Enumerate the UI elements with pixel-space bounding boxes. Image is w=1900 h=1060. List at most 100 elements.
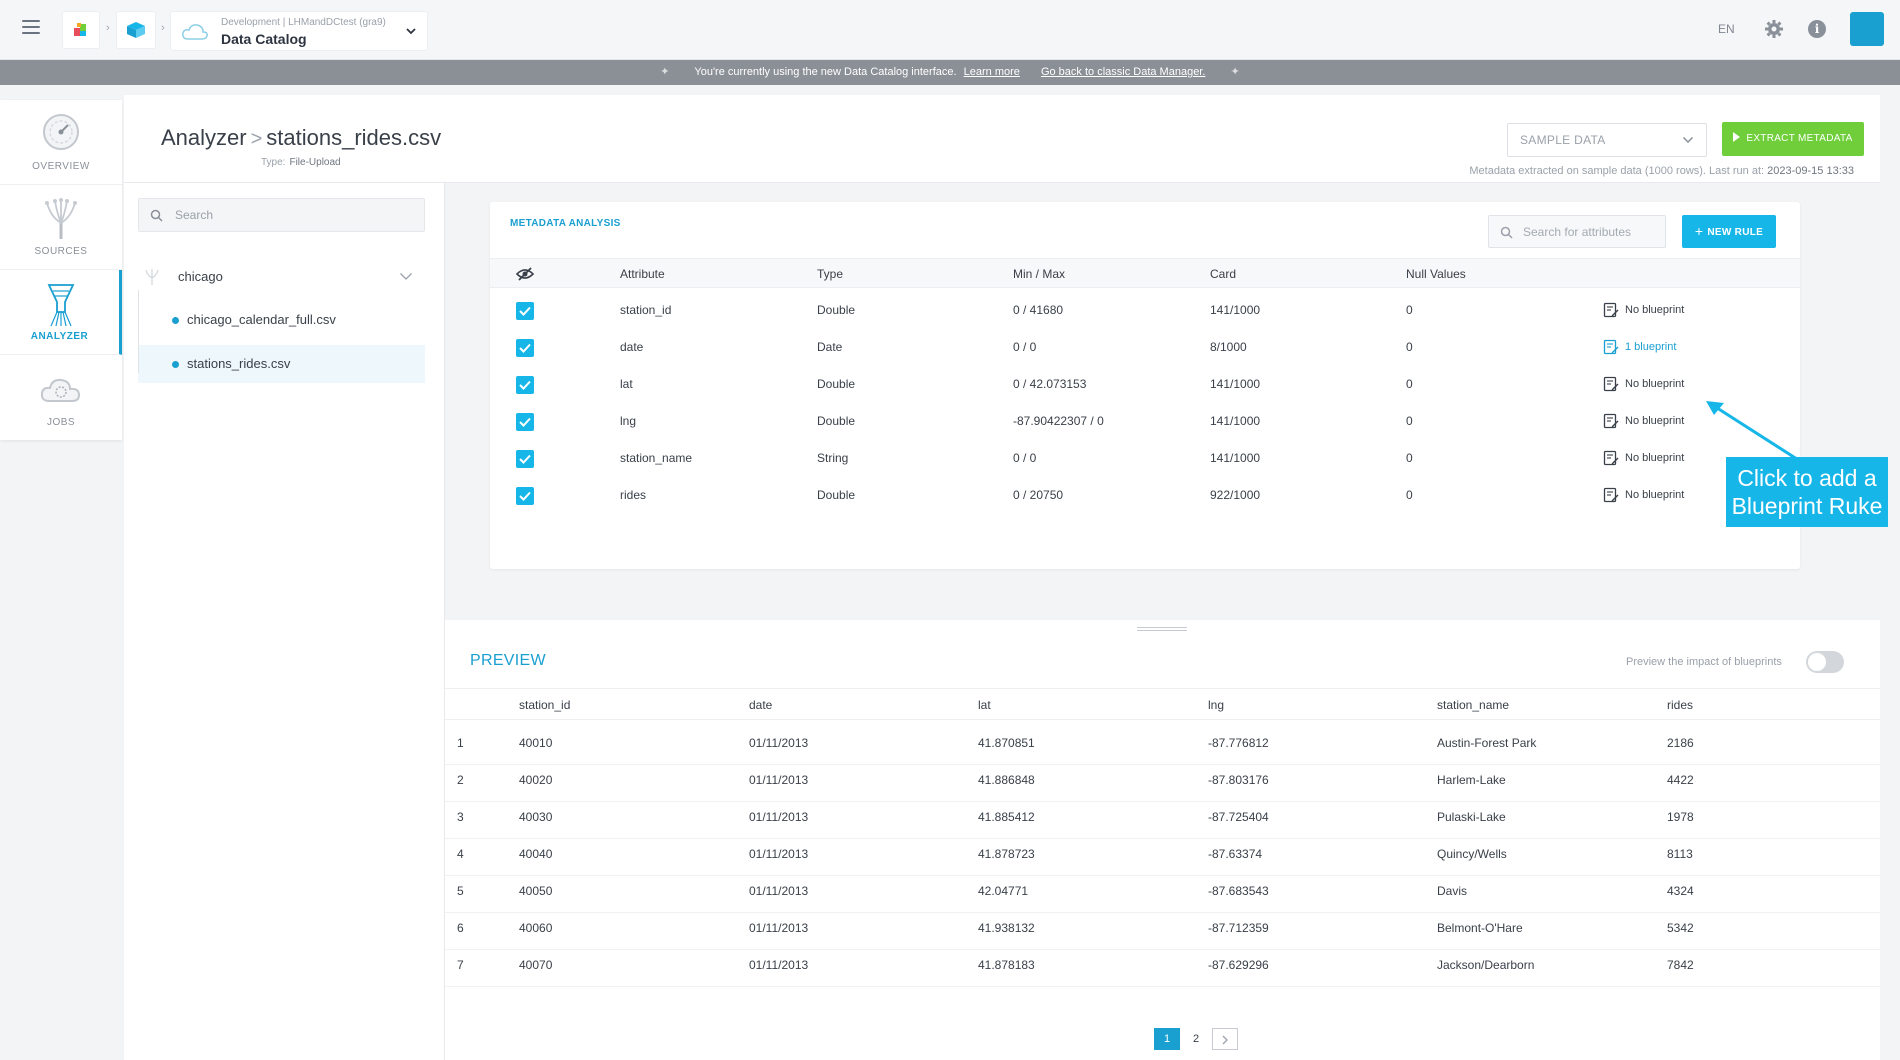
row-number: 3 — [457, 810, 464, 824]
cell-null-values: 0 — [1406, 451, 1413, 465]
project-title: Data Catalog — [221, 31, 307, 47]
chevron-down-icon[interactable] — [399, 272, 413, 281]
cell-attribute: station_name — [620, 451, 693, 465]
cell-lng: -87.63374 — [1208, 847, 1263, 861]
nav-sources[interactable]: SOURCES — [0, 185, 122, 270]
cell-date: 01/11/2013 — [749, 921, 809, 935]
page-title: Analyzer > stations_rides.csv — [161, 125, 441, 151]
preview-table-body[interactable]: 1 40010 01/11/2013 41.870851 -87.776812 Austi… — [445, 720, 1880, 1014]
cell-station-id: 40030 — [519, 810, 553, 824]
blueprint-label: No blueprint — [1625, 489, 1685, 501]
cell-rides: 5342 — [1667, 921, 1694, 935]
metadata-analysis-card: METADATA ANALYSIS +NEW RULE Attribute Ty… — [490, 202, 1800, 569]
page-2-button[interactable]: 2 — [1184, 1028, 1208, 1050]
cell-card: 141/1000 — [1210, 414, 1261, 428]
cell-lng: -87.629296 — [1208, 958, 1269, 972]
column-header-card: Card — [1210, 267, 1237, 281]
gear-icon[interactable] — [1764, 19, 1784, 39]
nav-overview-label: OVERVIEW — [32, 161, 90, 172]
tree-file-item[interactable]: chicago_calendar_full.csv — [138, 301, 425, 339]
cell-attribute: lat — [620, 377, 633, 391]
user-avatar[interactable] — [1850, 12, 1884, 46]
resize-handle[interactable] — [1137, 627, 1187, 631]
language-switch[interactable]: EN — [1718, 22, 1735, 36]
check-icon — [519, 454, 531, 464]
file-type: Type: File-Upload — [261, 157, 341, 168]
annotation-line-1: Click to add a — [1737, 465, 1877, 491]
cell-attribute: lng — [620, 414, 637, 428]
file-dot-icon — [172, 361, 179, 368]
nav-overview[interactable]: OVERVIEW — [0, 100, 122, 185]
extract-metadata-button[interactable]: EXTRACT METADATA — [1722, 122, 1864, 156]
workspace-button[interactable] — [116, 11, 156, 49]
cell-date: 01/11/2013 — [749, 773, 809, 787]
page-1-button[interactable]: 1 — [1154, 1028, 1180, 1050]
last-run-time: 2023-09-15 13:33 — [1767, 165, 1854, 177]
new-rule-button[interactable]: + NEW RULE — [1682, 215, 1776, 248]
attribute-visible-checkbox[interactable] — [516, 339, 534, 357]
preview-column-header: station_id — [519, 698, 571, 712]
hamburger-menu-icon[interactable] — [22, 20, 40, 34]
row-number: 6 — [457, 921, 464, 935]
cell-minmax: 0 / 20750 — [1013, 488, 1064, 502]
tree-folder-chicago[interactable]: chicago — [138, 259, 425, 295]
tree-folder-label: chicago — [178, 269, 223, 284]
eye-slash-icon[interactable] — [516, 266, 534, 282]
attribute-visible-checkbox[interactable] — [516, 376, 534, 394]
extract-metadata-label: EXTRACT METADATA — [1746, 133, 1853, 144]
cell-date: 01/11/2013 — [749, 958, 809, 972]
cell-rides: 7842 — [1667, 958, 1694, 972]
blueprint-label: 1 blueprint — [1625, 341, 1677, 353]
blueprint-edit-icon — [1603, 487, 1619, 503]
attribute-search-box[interactable] — [1488, 215, 1666, 248]
attribute-search-input[interactable] — [1523, 216, 1661, 247]
check-icon — [519, 491, 531, 501]
folder-tree-icon — [145, 269, 159, 285]
check-icon — [519, 417, 531, 427]
next-page-button[interactable] — [1212, 1028, 1238, 1050]
cell-rides: 4422 — [1667, 773, 1694, 787]
breadcrumb-analyzer[interactable]: Analyzer — [161, 125, 247, 150]
cell-lat: 42.04771 — [978, 884, 1029, 898]
attribute-visible-checkbox[interactable] — [516, 450, 534, 468]
gauge-icon — [43, 114, 79, 150]
nav-analyzer[interactable]: ANALYZER — [0, 270, 122, 355]
tree-file-item-selected[interactable]: stations_rides.csv — [138, 345, 425, 383]
cell-station-id: 40010 — [519, 736, 553, 750]
cell-rides: 4324 — [1667, 884, 1694, 898]
cell-station-name: Davis — [1437, 884, 1468, 898]
project-selector[interactable]: Development | LHMandDCtest (gra9) Data C… — [170, 11, 428, 51]
blueprint-edit-icon — [1603, 339, 1619, 355]
preview-column-header: lng — [1208, 698, 1225, 712]
tree-search-box[interactable] — [138, 198, 425, 232]
breadcrumb-separator: › — [106, 22, 110, 34]
blueprint-edit-icon — [1603, 450, 1619, 466]
attribute-visible-checkbox[interactable] — [516, 487, 534, 505]
cell-type: Double — [817, 488, 856, 502]
preview-column-header: date — [749, 698, 773, 712]
preview-impact-toggle[interactable] — [1806, 651, 1844, 673]
check-icon — [519, 380, 531, 390]
cell-date: 01/11/2013 — [749, 736, 809, 750]
home-logo-button[interactable] — [62, 11, 100, 49]
top-bar: › › Development | LHMandDCtest (gra9) Da… — [0, 0, 1900, 60]
classic-data-manager-link[interactable]: Go back to classic Data Manager. — [1041, 66, 1205, 78]
tree-search-input[interactable] — [175, 199, 415, 231]
cell-type: Double — [817, 303, 856, 317]
cell-type: Date — [817, 340, 843, 354]
attribute-visible-checkbox[interactable] — [516, 302, 534, 320]
nav-analyzer-label: ANALYZER — [30, 331, 89, 342]
cell-card: 922/1000 — [1210, 488, 1261, 502]
sample-data-select[interactable]: SAMPLE DATA — [1507, 123, 1707, 157]
row-number: 7 — [457, 958, 464, 972]
check-icon — [519, 306, 531, 316]
file-type-label: Type: — [261, 157, 286, 168]
nav-jobs[interactable]: JOBS — [0, 355, 122, 440]
search-icon — [150, 209, 163, 222]
learn-more-link[interactable]: Learn more — [964, 66, 1020, 78]
cell-rides: 2186 — [1667, 736, 1694, 750]
cell-lng: -87.683543 — [1208, 884, 1269, 898]
cell-station-name: Belmont-O'Hare — [1437, 921, 1523, 935]
attribute-visible-checkbox[interactable] — [516, 413, 534, 431]
info-icon[interactable]: i — [1808, 20, 1826, 38]
